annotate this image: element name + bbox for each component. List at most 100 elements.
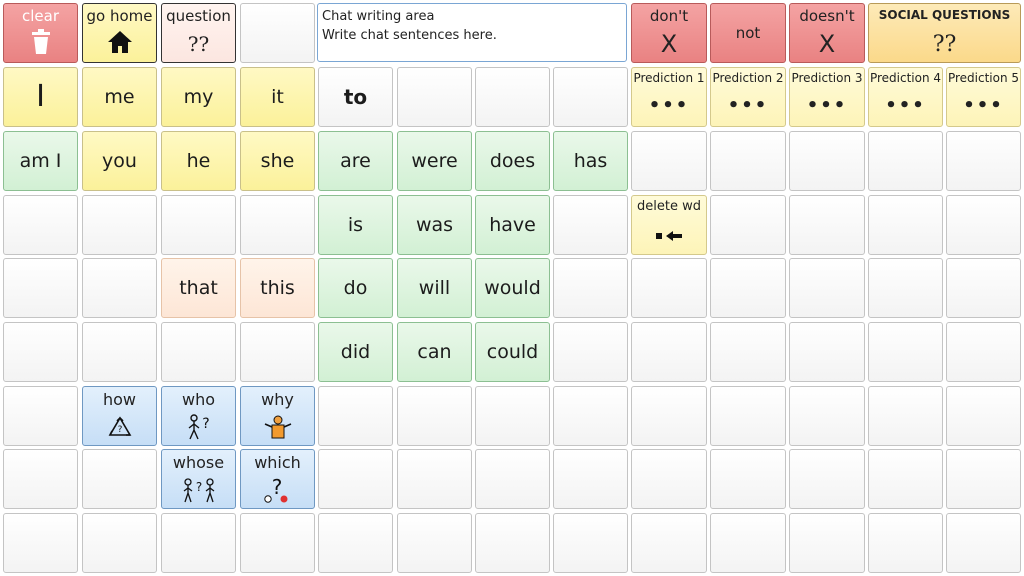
empty-cell[interactable] bbox=[946, 195, 1021, 255]
empty-cell[interactable] bbox=[3, 513, 78, 573]
word-why[interactable]: why bbox=[240, 386, 315, 446]
word-can[interactable]: can bbox=[397, 322, 472, 382]
empty-cell[interactable] bbox=[631, 513, 707, 573]
empty-cell[interactable] bbox=[710, 513, 786, 573]
empty-cell[interactable] bbox=[161, 513, 236, 573]
empty-cell[interactable] bbox=[318, 386, 393, 446]
word-was[interactable]: was bbox=[397, 195, 472, 255]
empty-cell[interactable] bbox=[631, 131, 707, 191]
empty-cell[interactable] bbox=[868, 258, 943, 318]
word-whose[interactable]: whose ? bbox=[161, 449, 236, 509]
empty-cell[interactable] bbox=[161, 195, 236, 255]
word-to[interactable]: to bbox=[318, 67, 393, 127]
empty-cell[interactable] bbox=[240, 3, 315, 63]
word-how[interactable]: how ? bbox=[82, 386, 157, 446]
word-is[interactable]: is bbox=[318, 195, 393, 255]
dont-button[interactable]: don't X bbox=[631, 3, 707, 63]
word-am-i[interactable]: am I bbox=[3, 131, 78, 191]
empty-cell[interactable] bbox=[868, 195, 943, 255]
empty-cell[interactable] bbox=[789, 131, 865, 191]
empty-cell[interactable] bbox=[475, 449, 550, 509]
empty-cell[interactable] bbox=[868, 322, 943, 382]
empty-cell[interactable] bbox=[475, 513, 550, 573]
empty-cell[interactable] bbox=[789, 513, 865, 573]
doesnt-button[interactable]: doesn't X bbox=[789, 3, 865, 63]
word-who[interactable]: who ? bbox=[161, 386, 236, 446]
empty-cell[interactable] bbox=[631, 449, 707, 509]
social-questions-button[interactable]: SOCIAL QUESTIONS ?? bbox=[868, 3, 1021, 63]
prediction-5[interactable]: Prediction 5 ••• bbox=[946, 67, 1021, 127]
empty-cell[interactable] bbox=[553, 195, 628, 255]
empty-cell[interactable] bbox=[631, 258, 707, 318]
empty-cell[interactable] bbox=[710, 131, 786, 191]
question-button[interactable]: question ?? bbox=[161, 3, 236, 63]
empty-cell[interactable] bbox=[553, 513, 628, 573]
prediction-2[interactable]: Prediction 2 ••• bbox=[710, 67, 786, 127]
word-me[interactable]: me bbox=[82, 67, 157, 127]
empty-cell[interactable] bbox=[3, 449, 78, 509]
empty-cell[interactable] bbox=[82, 322, 157, 382]
empty-cell[interactable] bbox=[946, 449, 1021, 509]
empty-cell[interactable] bbox=[946, 513, 1021, 573]
empty-cell[interactable] bbox=[789, 258, 865, 318]
empty-cell[interactable] bbox=[82, 195, 157, 255]
empty-cell[interactable] bbox=[868, 513, 943, 573]
word-you[interactable]: you bbox=[82, 131, 157, 191]
empty-cell[interactable] bbox=[3, 386, 78, 446]
empty-cell[interactable] bbox=[789, 386, 865, 446]
empty-cell[interactable] bbox=[553, 449, 628, 509]
empty-cell[interactable] bbox=[82, 258, 157, 318]
word-will[interactable]: will bbox=[397, 258, 472, 318]
empty-cell[interactable] bbox=[3, 258, 78, 318]
word-has[interactable]: has bbox=[553, 131, 628, 191]
prediction-4[interactable]: Prediction 4 ••• bbox=[868, 67, 943, 127]
word-which[interactable]: which ? bbox=[240, 449, 315, 509]
empty-cell[interactable] bbox=[397, 386, 472, 446]
empty-cell[interactable] bbox=[475, 67, 550, 127]
empty-cell[interactable] bbox=[631, 322, 707, 382]
word-he[interactable]: he bbox=[161, 131, 236, 191]
empty-cell[interactable] bbox=[789, 322, 865, 382]
empty-cell[interactable] bbox=[631, 386, 707, 446]
prediction-3[interactable]: Prediction 3 ••• bbox=[789, 67, 865, 127]
word-this[interactable]: this bbox=[240, 258, 315, 318]
empty-cell[interactable] bbox=[789, 195, 865, 255]
empty-cell[interactable] bbox=[553, 258, 628, 318]
empty-cell[interactable] bbox=[397, 513, 472, 573]
empty-cell[interactable] bbox=[82, 449, 157, 509]
empty-cell[interactable] bbox=[397, 449, 472, 509]
word-would[interactable]: would bbox=[475, 258, 550, 318]
empty-cell[interactable] bbox=[710, 386, 786, 446]
empty-cell[interactable] bbox=[82, 513, 157, 573]
empty-cell[interactable] bbox=[240, 513, 315, 573]
empty-cell[interactable] bbox=[868, 386, 943, 446]
word-that[interactable]: that bbox=[161, 258, 236, 318]
word-does[interactable]: does bbox=[475, 131, 550, 191]
word-were[interactable]: were bbox=[397, 131, 472, 191]
empty-cell[interactable] bbox=[946, 258, 1021, 318]
empty-cell[interactable] bbox=[553, 386, 628, 446]
empty-cell[interactable] bbox=[710, 449, 786, 509]
word-i[interactable]: I bbox=[3, 67, 78, 127]
empty-cell[interactable] bbox=[868, 131, 943, 191]
word-do[interactable]: do bbox=[318, 258, 393, 318]
word-my[interactable]: my bbox=[161, 67, 236, 127]
empty-cell[interactable] bbox=[868, 449, 943, 509]
empty-cell[interactable] bbox=[318, 449, 393, 509]
empty-cell[interactable] bbox=[240, 195, 315, 255]
word-are[interactable]: are bbox=[318, 131, 393, 191]
not-button[interactable]: not bbox=[710, 3, 786, 63]
empty-cell[interactable] bbox=[318, 513, 393, 573]
word-did[interactable]: did bbox=[318, 322, 393, 382]
clear-button[interactable]: clear bbox=[3, 3, 78, 63]
word-it[interactable]: it bbox=[240, 67, 315, 127]
empty-cell[interactable] bbox=[553, 67, 628, 127]
empty-cell[interactable] bbox=[3, 195, 78, 255]
go-home-button[interactable]: go home bbox=[82, 3, 157, 63]
empty-cell[interactable] bbox=[397, 67, 472, 127]
empty-cell[interactable] bbox=[946, 131, 1021, 191]
empty-cell[interactable] bbox=[946, 322, 1021, 382]
empty-cell[interactable] bbox=[3, 322, 78, 382]
prediction-1[interactable]: Prediction 1 ••• bbox=[631, 67, 707, 127]
empty-cell[interactable] bbox=[553, 322, 628, 382]
